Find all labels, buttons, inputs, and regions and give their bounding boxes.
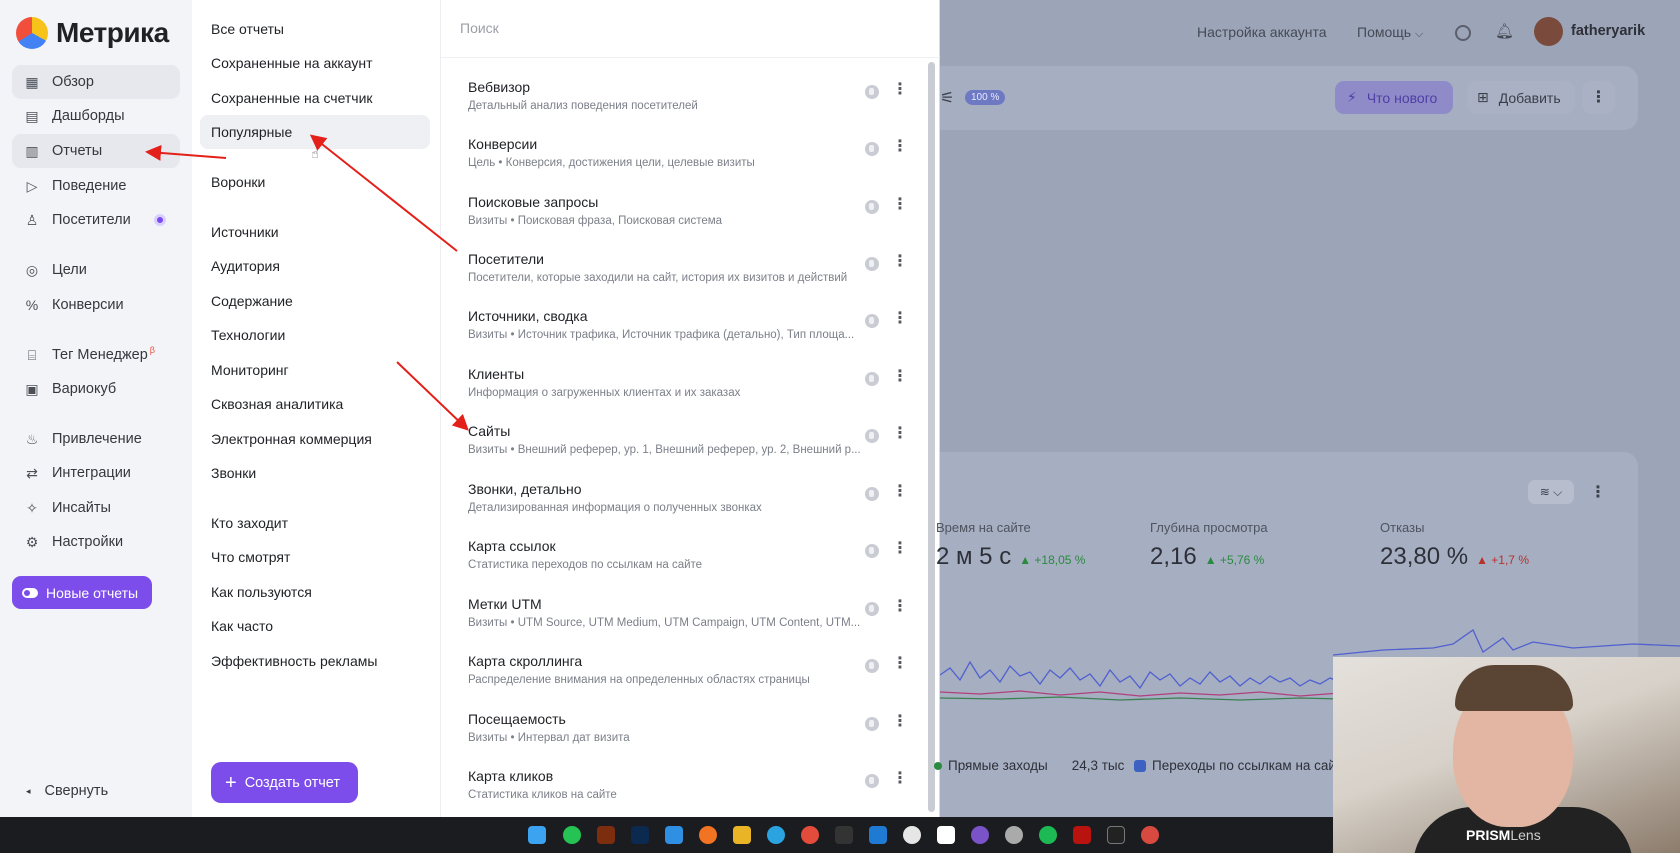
arrow-to-reports: [145, 144, 227, 161]
arrow-to-sites: [396, 361, 469, 431]
viber-icon[interactable]: [971, 826, 989, 844]
firefox-icon[interactable]: [699, 826, 717, 844]
windows-start-icon[interactable]: [528, 826, 546, 844]
webcam-watermark: PRISMLens: [1466, 827, 1541, 843]
filezilla-icon[interactable]: [1073, 826, 1091, 844]
illustrator-icon[interactable]: [597, 826, 615, 844]
spotify-icon[interactable]: [1039, 826, 1057, 844]
vscode-icon[interactable]: [869, 826, 887, 844]
photoshop-icon[interactable]: [631, 826, 649, 844]
whatsapp-icon[interactable]: [563, 826, 581, 844]
notion-icon[interactable]: [937, 826, 955, 844]
webcam-person-hair: [1455, 665, 1573, 711]
hand-cursor-icon: ☝︎: [311, 146, 319, 161]
webcam-overlay: PRISMLens: [1333, 657, 1680, 853]
watermark-brand: PRISM: [1466, 827, 1511, 843]
telegram-icon[interactable]: [767, 826, 785, 844]
arrow-to-popular: [309, 134, 458, 252]
github-icon[interactable]: [1005, 826, 1023, 844]
chatgpt-icon[interactable]: [903, 826, 921, 844]
file-explorer-icon[interactable]: [733, 826, 751, 844]
figma-icon[interactable]: [835, 826, 853, 844]
watermark-suffix: Lens: [1510, 827, 1541, 843]
obs-icon[interactable]: [1107, 826, 1125, 844]
chrome-icon[interactable]: [801, 826, 819, 844]
app-icon[interactable]: [1141, 826, 1159, 844]
cloud-drive-icon[interactable]: [665, 826, 683, 844]
